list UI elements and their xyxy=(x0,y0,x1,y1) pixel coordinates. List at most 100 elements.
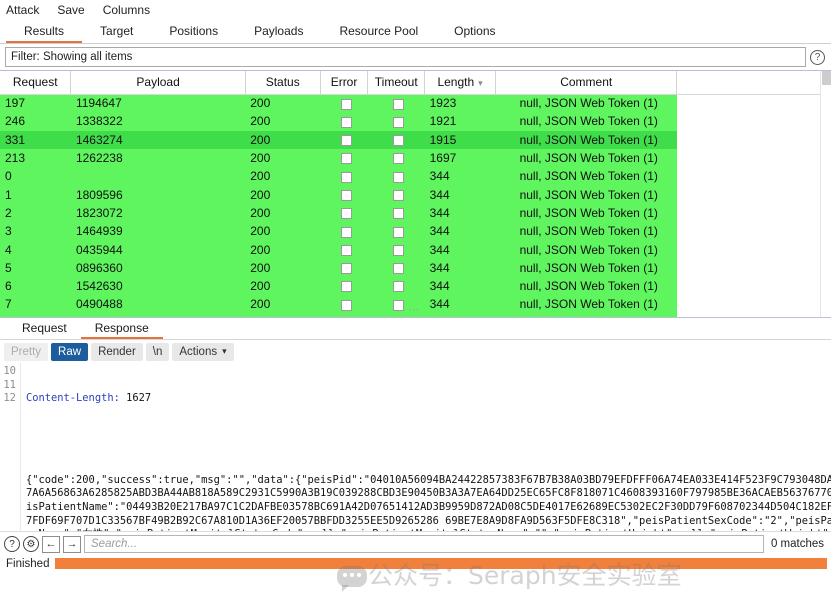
timeout-checkbox[interactable] xyxy=(393,299,405,311)
error-checkbox[interactable] xyxy=(341,98,353,110)
timeout-checkbox[interactable] xyxy=(393,208,405,220)
timeout-checkbox[interactable] xyxy=(393,153,405,165)
cell-timeout[interactable] xyxy=(368,222,425,240)
table-row[interactable]: 3 1464939 200 344 null, JSON Web Token (1) xyxy=(0,222,831,241)
scrollbar-thumb[interactable] xyxy=(822,71,831,85)
cell-status: 200 xyxy=(250,242,271,257)
timeout-checkbox[interactable] xyxy=(393,171,405,183)
cell-spacer xyxy=(676,94,831,113)
cell-error[interactable] xyxy=(320,112,368,130)
question-mark-icon[interactable]: ? xyxy=(4,536,20,552)
search-input[interactable]: Search... xyxy=(84,535,764,553)
tab-request[interactable]: Request xyxy=(8,318,81,339)
table-row[interactable]: 213 1262238 200 1697 null, JSON Web Token (1… xyxy=(0,148,831,168)
cell-error[interactable] xyxy=(320,295,368,313)
timeout-checkbox[interactable] xyxy=(393,226,405,238)
error-checkbox[interactable] xyxy=(341,281,353,293)
cell-timeout[interactable] xyxy=(368,131,425,149)
line-number: 12 xyxy=(3,392,16,405)
timeout-checkbox[interactable] xyxy=(393,189,405,201)
table-row[interactable]: 5 0896360 200 344 null, JSON Web Token (1) xyxy=(0,258,831,277)
horizontal-scroll-grip[interactable]: ⋯ xyxy=(408,303,420,316)
error-checkbox[interactable] xyxy=(341,135,353,147)
response-viewer[interactable]: 10 11 12 Content-Length: 1627 {"code":200,… xyxy=(0,363,831,531)
column-header-error[interactable]: Error xyxy=(320,71,369,95)
response-json-lines: {"code":200,"success":true,"msg":"","dat… xyxy=(26,474,831,531)
error-checkbox[interactable] xyxy=(341,244,353,256)
table-row[interactable]: 4 0435944 200 344 null, JSON Web Token (1) xyxy=(0,240,831,259)
cell-timeout[interactable] xyxy=(368,149,425,167)
menu-item-columns[interactable]: Columns xyxy=(103,3,150,17)
tab-options[interactable]: Options xyxy=(436,20,513,43)
table-row[interactable]: 6 1542630 200 344 null, JSON Web Token (1) xyxy=(0,276,831,296)
cell-timeout[interactable] xyxy=(368,259,425,277)
column-header-timeout[interactable]: Timeout xyxy=(367,71,426,95)
timeout-checkbox[interactable] xyxy=(393,281,405,293)
tab-positions[interactable]: Positions xyxy=(151,20,236,43)
error-checkbox[interactable] xyxy=(341,208,353,220)
cell-timeout[interactable] xyxy=(368,277,425,295)
arrow-right-icon[interactable]: → xyxy=(63,535,81,553)
table-row[interactable]: 2 1823072 200 344 null, JSON Web Token (1) xyxy=(0,203,831,223)
timeout-checkbox[interactable] xyxy=(393,135,405,147)
cell-payload: 1809596 xyxy=(75,187,123,202)
menu-item-attack[interactable]: Attack xyxy=(6,3,39,17)
cell-error[interactable] xyxy=(320,185,368,203)
column-header-comment[interactable]: Comment xyxy=(495,71,678,95)
tab-payloads[interactable]: Payloads xyxy=(236,20,321,43)
cell-timeout[interactable] xyxy=(368,112,425,130)
arrow-left-icon[interactable]: ← xyxy=(42,535,60,553)
newline-toggle-button[interactable]: \n xyxy=(145,342,170,361)
question-mark-icon[interactable]: ? xyxy=(810,49,825,65)
cell-spacer xyxy=(676,185,831,204)
error-checkbox[interactable] xyxy=(341,299,353,311)
table-row[interactable]: 246 1338322 200 1921 null, JSON Web Token (1… xyxy=(0,112,831,131)
results-vertical-scrollbar[interactable] xyxy=(820,71,831,317)
cell-error[interactable] xyxy=(320,277,368,295)
tab-target[interactable]: Target xyxy=(82,20,151,43)
filter-bar[interactable]: Filter: Showing all items xyxy=(5,47,806,67)
cell-error[interactable] xyxy=(320,259,368,277)
actions-button[interactable]: Actions ▾ xyxy=(172,342,234,361)
tab-response[interactable]: Response xyxy=(80,318,163,339)
column-header-status[interactable]: Status xyxy=(245,71,321,95)
column-header-length[interactable]: Length ▾ xyxy=(424,71,497,95)
gear-icon[interactable]: ⚙ xyxy=(23,536,39,552)
error-checkbox[interactable] xyxy=(341,226,353,238)
cell-timeout[interactable] xyxy=(368,167,425,185)
pretty-button[interactable]: Pretty xyxy=(4,342,49,361)
cell-error[interactable] xyxy=(320,204,368,222)
error-checkbox[interactable] xyxy=(341,263,353,275)
error-checkbox[interactable] xyxy=(341,153,353,165)
error-checkbox[interactable] xyxy=(341,171,353,183)
cell-error[interactable] xyxy=(320,240,368,258)
table-row[interactable]: 197 1194647 200 1923 null, JSON Web Token (1… xyxy=(0,94,831,113)
table-row[interactable]: 0 200 344 null, JSON Web Token (1) xyxy=(0,167,831,186)
column-header-payload[interactable]: Payload xyxy=(70,71,246,95)
column-header-request[interactable]: Request xyxy=(0,71,72,95)
error-checkbox[interactable] xyxy=(341,189,353,201)
cell-error[interactable] xyxy=(320,167,368,185)
render-button[interactable]: Render xyxy=(91,342,143,361)
cell-error[interactable] xyxy=(320,131,368,149)
cell-error[interactable] xyxy=(320,314,368,317)
timeout-checkbox[interactable] xyxy=(393,116,405,128)
timeout-checkbox[interactable] xyxy=(393,244,405,256)
cell-error[interactable] xyxy=(320,149,368,167)
table-row[interactable]: 331 1463274 200 1915 null, JSON Web Token (1… xyxy=(0,130,831,149)
tab-results[interactable]: Results xyxy=(6,20,83,43)
response-body[interactable]: Content-Length: 1627 {"code":200,"succes… xyxy=(21,363,831,531)
cell-timeout[interactable] xyxy=(368,204,425,222)
cell-timeout[interactable] xyxy=(368,185,425,203)
timeout-checkbox[interactable] xyxy=(393,98,405,110)
timeout-checkbox[interactable] xyxy=(393,263,405,275)
error-checkbox[interactable] xyxy=(341,116,353,128)
cell-error[interactable] xyxy=(320,222,368,240)
raw-button[interactable]: Raw xyxy=(51,342,89,361)
tab-resource-pool[interactable]: Resource Pool xyxy=(321,20,436,43)
cell-timeout[interactable] xyxy=(368,240,425,258)
cell-timeout[interactable] xyxy=(368,94,425,112)
menu-item-save[interactable]: Save xyxy=(57,3,84,17)
cell-error[interactable] xyxy=(320,94,368,112)
table-row[interactable]: 1 1809596 200 344 null, JSON Web Token (1) xyxy=(0,185,831,204)
